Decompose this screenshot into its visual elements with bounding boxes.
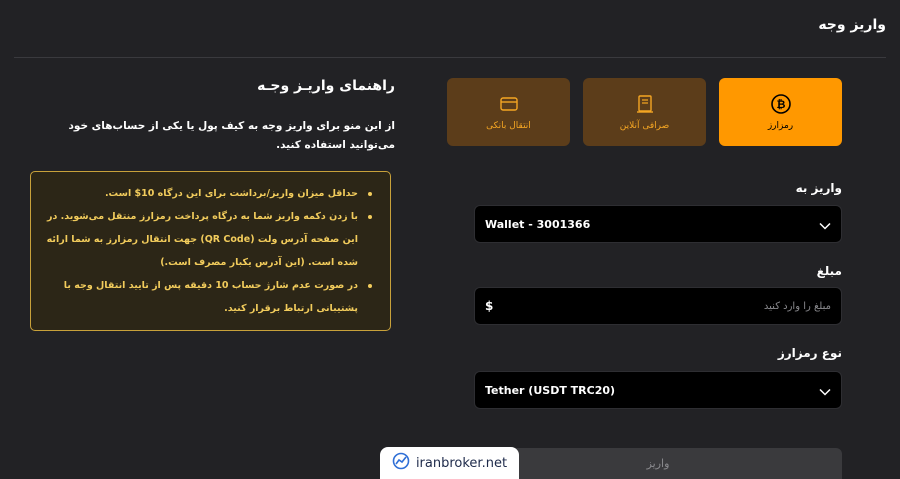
guide-title: راهنمای واریـز وجـه: [257, 78, 395, 94]
notice-item: با زدن دکمه واریز شما به درگاه پرداخت رم…: [41, 205, 372, 274]
card-icon: [498, 93, 520, 115]
bitcoin-icon: ₿: [770, 93, 792, 115]
crypto-type-value: Tether (USDT TRC20): [485, 383, 616, 397]
header-divider: [14, 57, 886, 58]
chevron-down-icon: [819, 381, 831, 400]
method-card-label: رمزارز: [767, 121, 794, 131]
watermark: iranbroker.net: [380, 447, 519, 479]
amount-input[interactable]: [493, 300, 831, 312]
deposit-to-label: واریز به: [795, 181, 842, 195]
method-card-label: انتقال بانکی: [486, 121, 531, 131]
amount-label: مبلغ: [816, 264, 842, 278]
amount-field-wrapper: $: [474, 287, 842, 325]
method-card-bank[interactable]: انتقال بانکی: [447, 78, 570, 146]
receipt-icon: [634, 93, 656, 115]
method-card-label: صرافی آنلاین: [619, 121, 670, 131]
page-title: واریز وجه: [818, 17, 886, 33]
watermark-text: iranbroker.net: [415, 455, 508, 471]
notice-item: در صورت عدم شارژ حساب 10 دقیقه پس از تای…: [41, 274, 372, 320]
method-card-exchange[interactable]: صرافی آنلاین: [583, 78, 706, 146]
notice-box: حداقل میزان واریز/برداشت برای این درگاه …: [30, 171, 391, 331]
deposit-to-select[interactable]: Wallet - 3001366: [474, 205, 842, 243]
method-card-crypto[interactable]: ₿ رمزارز: [719, 78, 842, 146]
deposit-submit-button[interactable]: واریز: [474, 448, 842, 479]
chart-logo-icon: [392, 452, 410, 474]
crypto-type-select[interactable]: Tether (USDT TRC20): [474, 371, 842, 409]
chevron-down-icon: [819, 215, 831, 234]
deposit-to-value: Wallet - 3001366: [485, 217, 591, 231]
notice-item: حداقل میزان واریز/برداشت برای این درگاه …: [41, 182, 372, 205]
currency-symbol: $: [485, 299, 494, 313]
crypto-type-label: نوع رمزارز: [777, 346, 842, 360]
guide-description: از این منو برای واریز وجه به کیف پول یا …: [68, 120, 395, 151]
svg-text:₿: ₿: [776, 98, 785, 111]
